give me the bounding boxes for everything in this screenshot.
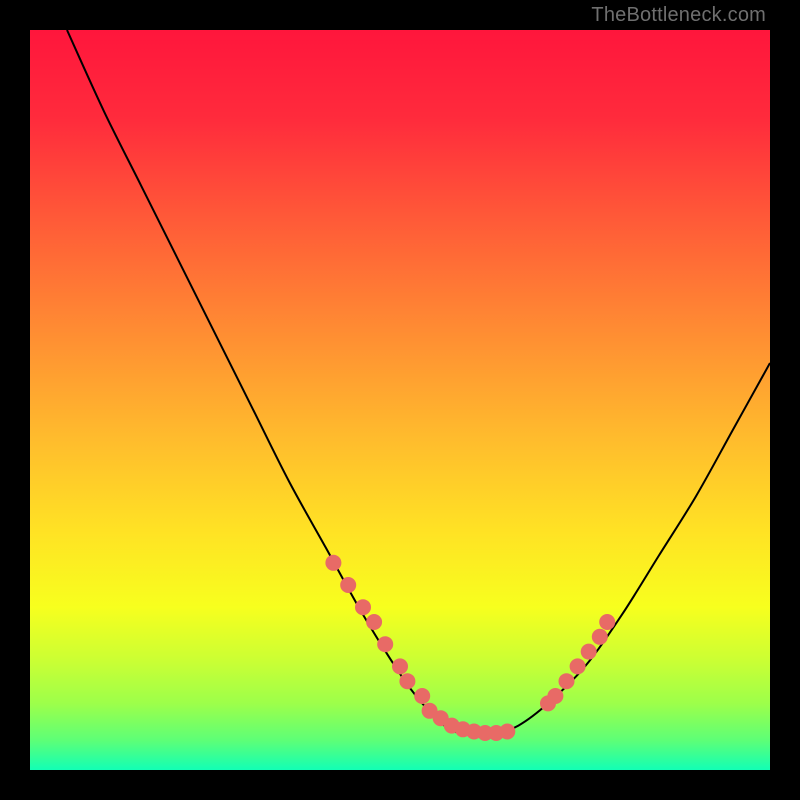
background-gradient <box>30 30 770 770</box>
chart-frame <box>30 30 770 770</box>
watermark-text: TheBottleneck.com <box>591 4 766 27</box>
